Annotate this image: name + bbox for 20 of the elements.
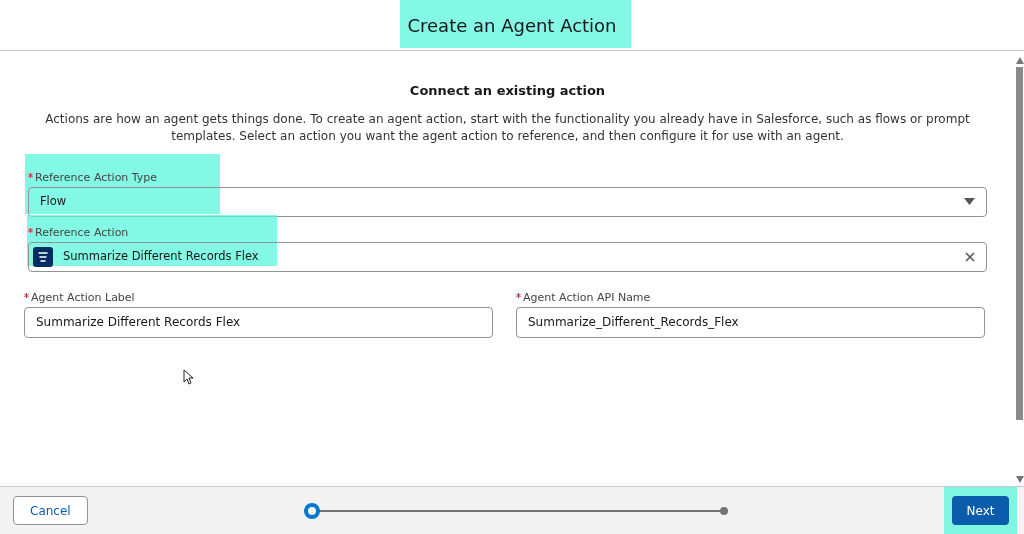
progress-step[interactable] — [303, 502, 320, 519]
close-icon[interactable] — [965, 251, 975, 262]
field-label: Agent Action Label — [31, 289, 135, 306]
window-title: Create an Agent Action — [407, 13, 617, 38]
progress-step[interactable] — [719, 506, 728, 515]
scroll-up-icon[interactable] — [1015, 57, 1024, 64]
dropdown-icon — [964, 198, 975, 205]
field-label: Reference Action Type — [35, 169, 158, 186]
field-label: Reference Action — [35, 224, 129, 241]
scroll-down-icon[interactable] — [1015, 476, 1024, 483]
field-label: Agent Action API Name — [523, 289, 651, 306]
cursor-icon — [183, 369, 194, 385]
section-description: Actions are how an agent gets things done. To create an agent action, start with the functionality you already have in Salesforce, such as flows or prompt templates. Select an action you want the agent action to reference, and then configure it for use with an agent. — [44, 110, 971, 145]
flow-icon — [33, 246, 53, 267]
text-field[interactable]: Summarize_Different_Records_Flex — [516, 306, 985, 338]
text-field[interactable]: Summarize Different Records Flex — [24, 306, 493, 338]
next-button[interactable]: Next — [951, 496, 1010, 525]
section-heading: Connect an existing action — [408, 82, 607, 100]
cancel-button[interactable]: Cancel — [13, 496, 88, 525]
lookup-field[interactable]: Summarize Different Records Flex — [28, 241, 987, 272]
